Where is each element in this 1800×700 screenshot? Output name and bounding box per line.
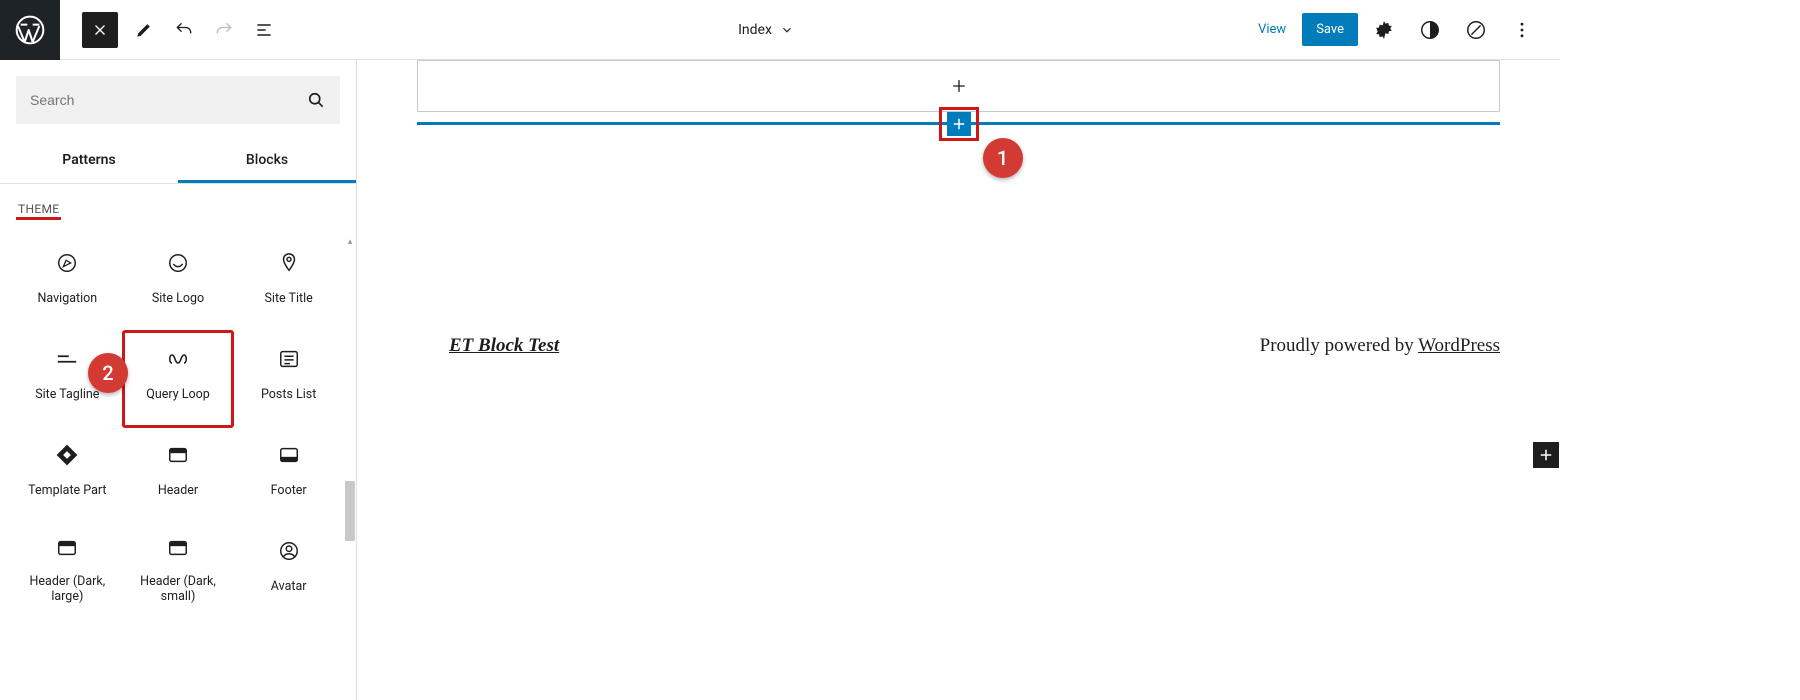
pencil-icon bbox=[134, 20, 154, 40]
avatar-icon bbox=[278, 540, 300, 562]
kebab-icon bbox=[1512, 20, 1532, 40]
list-view-icon bbox=[254, 20, 274, 40]
editor-canvas: 1 ET Block Test Proudly powered by WordP… bbox=[357, 60, 1560, 700]
smiley-icon bbox=[167, 252, 189, 274]
more-menu-button[interactable] bbox=[1502, 10, 1542, 50]
wordpress-link[interactable]: WordPress bbox=[1418, 335, 1500, 356]
footer-credit: Proudly powered by WordPress bbox=[1260, 335, 1500, 357]
settings-button[interactable] bbox=[1364, 10, 1404, 50]
list-card-icon bbox=[278, 348, 300, 370]
block-footer[interactable]: Footer bbox=[233, 427, 344, 523]
close-icon bbox=[91, 21, 109, 39]
block-label: Posts List bbox=[261, 387, 316, 403]
scroll-up-arrow[interactable]: ▴ bbox=[345, 236, 355, 248]
view-link[interactable]: View bbox=[1248, 16, 1296, 43]
styles-button[interactable] bbox=[1410, 10, 1450, 50]
chevron-down-icon bbox=[780, 23, 794, 37]
block-posts-list[interactable]: Posts List bbox=[233, 331, 344, 427]
compass-circle-icon bbox=[1465, 19, 1487, 41]
save-button[interactable]: Save bbox=[1302, 13, 1358, 46]
header-icon bbox=[167, 444, 189, 466]
block-site-title[interactable]: Site Title bbox=[233, 235, 344, 331]
pin-icon bbox=[278, 252, 300, 274]
block-label: Header (Dark, large) bbox=[16, 574, 119, 605]
tagline-icon bbox=[56, 352, 78, 366]
gear-icon bbox=[1373, 19, 1395, 41]
sidebar-scrollbar[interactable]: ▴ bbox=[345, 236, 355, 700]
tab-patterns[interactable]: Patterns bbox=[0, 140, 178, 183]
annotation-callout-2: 2 bbox=[88, 353, 128, 393]
inserter-tabs: Patterns Blocks bbox=[0, 140, 356, 184]
block-site-logo[interactable]: Site Logo bbox=[123, 235, 234, 331]
block-label: Site Tagline bbox=[35, 387, 99, 403]
block-inserter-line: 1 bbox=[417, 122, 1500, 125]
block-inserter-panel: Patterns Blocks THEME Navigation Site Lo… bbox=[0, 60, 357, 700]
redo-button[interactable] bbox=[204, 10, 244, 50]
wordpress-logo[interactable] bbox=[0, 0, 60, 60]
edit-tool-button[interactable] bbox=[124, 10, 164, 50]
section-title-theme: THEME bbox=[18, 202, 59, 216]
template-part-icon bbox=[56, 444, 78, 466]
header-dark-icon bbox=[167, 537, 189, 559]
footer-icon bbox=[278, 444, 300, 466]
search-box[interactable] bbox=[16, 76, 340, 124]
block-label: Template Part bbox=[28, 483, 106, 499]
close-inserter-button[interactable] bbox=[82, 12, 118, 48]
document-title[interactable]: Index bbox=[738, 22, 772, 38]
floating-add-block-button[interactable] bbox=[1533, 442, 1559, 468]
block-label: Site Title bbox=[265, 291, 313, 307]
block-query-loop[interactable]: Query Loop bbox=[123, 331, 234, 427]
plus-icon bbox=[1537, 446, 1555, 464]
block-label: Query Loop bbox=[146, 387, 210, 403]
loop-icon bbox=[166, 351, 190, 367]
footer-site-title[interactable]: ET Block Test bbox=[417, 335, 559, 357]
scroll-thumb[interactable] bbox=[345, 481, 355, 541]
block-grid: Navigation Site Logo Site Title Site Tag… bbox=[0, 217, 356, 619]
annotation-callout-1: 1 bbox=[983, 138, 1023, 178]
block-template-part[interactable]: Template Part bbox=[12, 427, 123, 523]
list-view-button[interactable] bbox=[244, 10, 284, 50]
inline-inserter-button[interactable] bbox=[947, 112, 971, 136]
speed-button[interactable] bbox=[1456, 10, 1496, 50]
header-dark-icon bbox=[56, 537, 78, 559]
contrast-icon bbox=[1419, 19, 1441, 41]
undo-icon bbox=[174, 20, 194, 40]
block-label: Header (Dark, small) bbox=[127, 574, 230, 605]
block-avatar[interactable]: Avatar bbox=[233, 523, 344, 619]
block-label: Navigation bbox=[37, 291, 97, 307]
search-input[interactable] bbox=[30, 92, 306, 108]
plus-icon bbox=[948, 75, 970, 97]
tab-blocks[interactable]: Blocks bbox=[178, 140, 356, 183]
block-label: Avatar bbox=[271, 579, 307, 595]
block-navigation[interactable]: Navigation bbox=[12, 235, 123, 331]
block-header-dark-small[interactable]: Header (Dark, small) bbox=[123, 523, 234, 619]
redo-icon bbox=[214, 20, 234, 40]
block-label: Site Logo bbox=[152, 291, 204, 307]
block-label: Header bbox=[158, 483, 198, 499]
plus-icon bbox=[950, 115, 968, 133]
wordpress-icon bbox=[14, 14, 46, 46]
footer-credit-text: Proudly powered by bbox=[1260, 335, 1419, 356]
undo-button[interactable] bbox=[164, 10, 204, 50]
block-header-dark-large[interactable]: Header (Dark, large) bbox=[12, 523, 123, 619]
compass-icon bbox=[56, 252, 78, 274]
empty-block-placeholder[interactable] bbox=[417, 60, 1500, 112]
editor-topbar: Index View Save bbox=[0, 0, 1560, 60]
block-header[interactable]: Header bbox=[123, 427, 234, 523]
template-footer: ET Block Test Proudly powered by WordPre… bbox=[417, 335, 1500, 357]
search-icon bbox=[306, 90, 326, 110]
block-label: Footer bbox=[271, 483, 307, 499]
